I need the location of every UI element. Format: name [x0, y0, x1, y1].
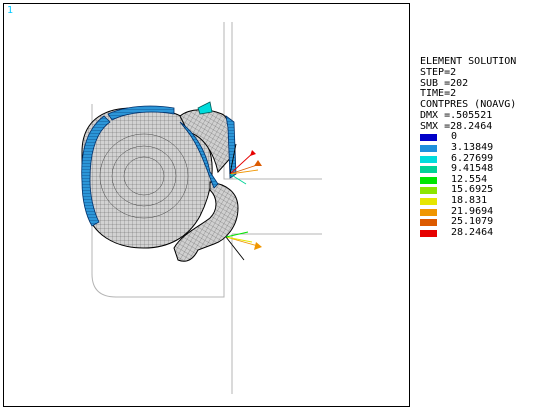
legend-swatch: [420, 176, 437, 184]
legend-entry: 28.2464: [420, 226, 548, 239]
legend-swatch: [420, 208, 437, 216]
legend-header-line: SMX =28.2464: [420, 120, 493, 132]
legend-swatch: [420, 219, 437, 227]
legend-swatch: [420, 134, 437, 142]
fe-model-plot: [81, 22, 322, 394]
legend-value: 28.2464: [451, 226, 494, 238]
legend-header: ELEMENT SOLUTION STEP=2 SUB =202 TIME=2 CONT…: [420, 56, 548, 133]
graphics-viewport[interactable]: 1: [3, 3, 410, 407]
legend-rows: 0 3.13849 6.27699 9.41548 12.554 15.6925 18.83…: [420, 132, 548, 239]
legend-swatch: [420, 166, 437, 174]
legend-swatch: [420, 144, 437, 152]
pressure-arrows-lower: [225, 231, 262, 261]
legend-header-line: STEP=2: [420, 66, 457, 78]
legend-swatch: [420, 155, 437, 163]
contact-band-top-right: [197, 101, 213, 115]
legend-swatch: [420, 197, 437, 205]
contour-legend: ELEMENT SOLUTION STEP=2 SUB =202 TIME=2 CONT…: [420, 56, 548, 239]
legend-swatch: [420, 229, 437, 237]
legend-swatch: [420, 187, 437, 195]
